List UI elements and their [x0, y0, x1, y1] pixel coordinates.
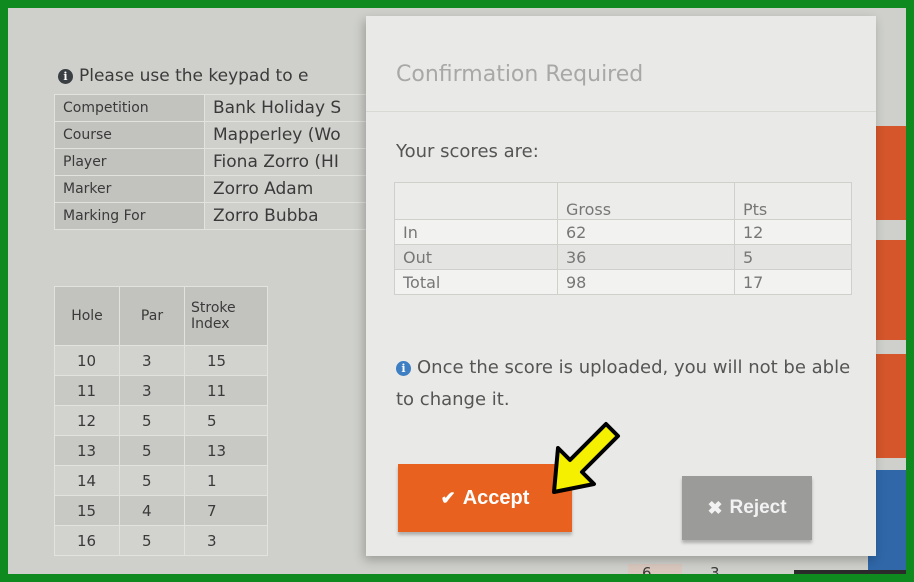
table-header-row: Hole Par Stroke Index: [54, 286, 268, 346]
table-row: In 62 12: [394, 219, 852, 245]
par-cell: 3: [119, 375, 185, 406]
table-row: Player Fiona Zorro (HI: [54, 148, 382, 176]
detail-label: Marker: [54, 175, 205, 203]
row-label: Out: [394, 244, 558, 270]
table-row: Competition Bank Holiday S: [54, 94, 382, 122]
info-icon: i: [396, 361, 411, 376]
table-row: Course Mapperley (Wo: [54, 121, 382, 149]
column-header: [394, 182, 558, 220]
stroke-index-cell: 7: [184, 495, 268, 526]
stroke-index-cell: 15: [184, 345, 268, 376]
stroke-index-cell: 5: [184, 405, 268, 436]
detail-label: Player: [54, 148, 205, 176]
check-icon: ✔: [440, 487, 456, 508]
score-cell: [628, 564, 682, 582]
pts-cell: 5: [734, 244, 852, 270]
column-header: Stroke Index: [184, 286, 268, 346]
stroke-index-cell: 1: [184, 465, 268, 496]
info-message: i Please use the keypad to e: [58, 66, 308, 86]
scores-table: Gross Pts In 62 12 Out 36 5 Total 98 17: [394, 182, 852, 295]
accept-label: Accept: [462, 486, 530, 509]
par-cell: 5: [119, 435, 185, 466]
arrow-pointer-icon: [552, 422, 620, 494]
hole-cell: 12: [54, 405, 120, 436]
upload-warning: i Once the score is uploaded, you will no…: [396, 352, 856, 416]
keypad-button[interactable]: [794, 570, 906, 582]
hole-cell: 11: [54, 375, 120, 406]
gross-cell: 62: [557, 219, 735, 245]
hole-cell: 10: [54, 345, 120, 376]
info-icon: i: [58, 69, 73, 84]
dialog-title: Confirmation Required: [396, 62, 644, 87]
column-header: Pts: [734, 182, 852, 220]
detail-value: Fiona Zorro (HI: [204, 148, 382, 176]
hole-cell: 16: [54, 525, 120, 556]
table-row: Marker Zorro Adam: [54, 175, 382, 203]
detail-label: Course: [54, 121, 205, 149]
hole-cell: 14: [54, 465, 120, 496]
note-text: Once the score is uploaded, you will not…: [396, 357, 851, 410]
column-header: Gross: [557, 182, 735, 220]
detail-label: Competition: [54, 94, 205, 122]
score-value: 3: [710, 564, 720, 582]
table-row: 16 5 3: [54, 525, 268, 556]
column-header: Hole: [54, 286, 120, 346]
pts-cell: 17: [734, 269, 852, 295]
table-row: 13 5 13: [54, 435, 268, 466]
holes-table: Hole Par Stroke Index 10 3 15 11 3 11 12…: [54, 286, 268, 556]
gross-cell: 98: [557, 269, 735, 295]
reject-label: Reject: [729, 497, 787, 518]
hole-cell: 15: [54, 495, 120, 526]
table-header-row: Gross Pts: [394, 182, 852, 220]
par-cell: 5: [119, 525, 185, 556]
detail-value: Zorro Bubba: [204, 202, 382, 230]
stroke-index-cell: 11: [184, 375, 268, 406]
divider: [366, 111, 876, 112]
scores-label: Your scores are:: [396, 141, 539, 162]
table-row: Out 36 5: [394, 244, 852, 270]
pts-cell: 12: [734, 219, 852, 245]
kiosk-screen: i Please use the keypad to e Competition …: [8, 8, 906, 582]
detail-value: Zorro Adam: [204, 175, 382, 203]
table-row: 12 5 5: [54, 405, 268, 436]
table-row: Total 98 17: [394, 269, 852, 295]
row-label: Total: [394, 269, 558, 295]
table-row: 10 3 15: [54, 345, 268, 376]
table-row: 14 5 1: [54, 465, 268, 496]
info-text: Please use the keypad to e: [79, 66, 309, 86]
stroke-index-cell: 13: [184, 435, 268, 466]
row-label: In: [394, 219, 558, 245]
par-cell: 5: [119, 465, 185, 496]
par-cell: 4: [119, 495, 185, 526]
par-cell: 3: [119, 345, 185, 376]
detail-label: Marking For: [54, 202, 205, 230]
hole-cell: 13: [54, 435, 120, 466]
x-icon: ✖: [707, 497, 723, 518]
stroke-index-cell: 3: [184, 525, 268, 556]
table-row: 15 4 7: [54, 495, 268, 526]
par-cell: 5: [119, 405, 185, 436]
detail-value: Bank Holiday S: [204, 94, 382, 122]
competition-details-table: Competition Bank Holiday S Course Mapper…: [54, 94, 382, 230]
table-row: Marking For Zorro Bubba: [54, 202, 382, 230]
column-header: Par: [119, 286, 185, 346]
reject-button[interactable]: ✖ Reject: [682, 476, 812, 540]
detail-value: Mapperley (Wo: [204, 121, 382, 149]
table-row: 11 3 11: [54, 375, 268, 406]
gross-cell: 36: [557, 244, 735, 270]
score-value: 6: [642, 564, 652, 582]
